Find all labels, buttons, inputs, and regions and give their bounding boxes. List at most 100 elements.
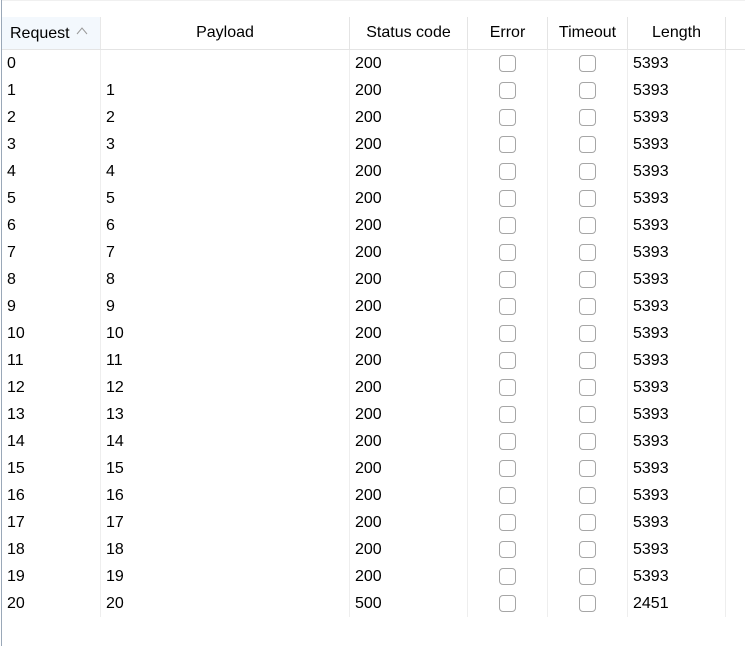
error-checkbox[interactable] <box>499 541 516 558</box>
timeout-checkbox[interactable] <box>579 298 596 315</box>
table-row[interactable]: 20 20 500 2451 <box>2 590 745 617</box>
error-checkbox[interactable] <box>499 406 516 423</box>
status-code-cell: 500 <box>350 590 468 617</box>
error-checkbox[interactable] <box>499 487 516 504</box>
table-row[interactable]: 11 11 200 5393 <box>2 347 745 374</box>
payload-cell: 19 <box>101 563 350 590</box>
error-checkbox[interactable] <box>499 163 516 180</box>
timeout-checkbox[interactable] <box>579 109 596 126</box>
table-row[interactable]: 8 8 200 5393 <box>2 266 745 293</box>
timeout-checkbox[interactable] <box>579 514 596 531</box>
payload-cell: 8 <box>101 266 350 293</box>
table-row[interactable]: 2 2 200 5393 <box>2 104 745 131</box>
column-header-payload[interactable]: Payload <box>101 17 350 49</box>
error-checkbox[interactable] <box>499 136 516 153</box>
table-row[interactable]: 19 19 200 5393 <box>2 563 745 590</box>
length-cell: 5393 <box>628 509 726 536</box>
error-cell <box>468 266 548 293</box>
error-checkbox[interactable] <box>499 82 516 99</box>
table-row[interactable]: 14 14 200 5393 <box>2 428 745 455</box>
error-cell <box>468 347 548 374</box>
timeout-checkbox[interactable] <box>579 352 596 369</box>
request-cell: 14 <box>2 428 101 455</box>
table-row[interactable]: 12 12 200 5393 <box>2 374 745 401</box>
error-cell <box>468 239 548 266</box>
table-row[interactable]: 9 9 200 5393 <box>2 293 745 320</box>
timeout-checkbox[interactable] <box>579 271 596 288</box>
column-header-timeout[interactable]: Timeout <box>548 17 628 49</box>
status-code-cell: 200 <box>350 266 468 293</box>
column-header-status-code[interactable]: Status code <box>350 17 468 49</box>
table-row[interactable]: 0 200 5393 <box>2 50 745 77</box>
error-cell <box>468 455 548 482</box>
timeout-checkbox[interactable] <box>579 487 596 504</box>
timeout-checkbox[interactable] <box>579 244 596 261</box>
error-checkbox[interactable] <box>499 352 516 369</box>
payload-cell: 3 <box>101 131 350 158</box>
table-row[interactable]: 1 1 200 5393 <box>2 77 745 104</box>
table-row[interactable]: 18 18 200 5393 <box>2 536 745 563</box>
error-checkbox[interactable] <box>499 379 516 396</box>
timeout-checkbox[interactable] <box>579 217 596 234</box>
error-checkbox[interactable] <box>499 190 516 207</box>
error-checkbox[interactable] <box>499 217 516 234</box>
table-row[interactable]: 4 4 200 5393 <box>2 158 745 185</box>
error-checkbox[interactable] <box>499 325 516 342</box>
request-cell: 15 <box>2 455 101 482</box>
status-code-cell: 200 <box>350 509 468 536</box>
table-row[interactable]: 16 16 200 5393 <box>2 482 745 509</box>
length-cell: 5393 <box>628 320 726 347</box>
table-row[interactable]: 10 10 200 5393 <box>2 320 745 347</box>
payload-cell: 20 <box>101 590 350 617</box>
timeout-checkbox[interactable] <box>579 190 596 207</box>
timeout-checkbox[interactable] <box>579 406 596 423</box>
request-cell: 13 <box>2 401 101 428</box>
timeout-checkbox[interactable] <box>579 136 596 153</box>
error-checkbox[interactable] <box>499 568 516 585</box>
column-header-error[interactable]: Error <box>468 17 548 49</box>
timeout-checkbox[interactable] <box>579 379 596 396</box>
row-filler <box>726 590 745 617</box>
column-header-label: Error <box>489 24 526 41</box>
timeout-checkbox[interactable] <box>579 163 596 180</box>
table-row[interactable]: 17 17 200 5393 <box>2 509 745 536</box>
column-header-label: Length <box>652 24 701 41</box>
table-row[interactable]: 3 3 200 5393 <box>2 131 745 158</box>
error-checkbox[interactable] <box>499 460 516 477</box>
request-cell: 5 <box>2 185 101 212</box>
error-checkbox[interactable] <box>499 514 516 531</box>
timeout-checkbox[interactable] <box>579 433 596 450</box>
column-header-length[interactable]: Length <box>628 17 726 49</box>
timeout-checkbox[interactable] <box>579 568 596 585</box>
error-checkbox[interactable] <box>499 271 516 288</box>
error-checkbox[interactable] <box>499 55 516 72</box>
table-body: 0 200 5393 1 1 200 5393 2 2 200 5393 3 3 200 5393 4 4 200… <box>2 50 745 617</box>
table-row[interactable]: 5 5 200 5393 <box>2 185 745 212</box>
table-row[interactable]: 13 13 200 5393 <box>2 401 745 428</box>
row-filler <box>726 374 745 401</box>
error-checkbox[interactable] <box>499 109 516 126</box>
timeout-cell <box>548 455 628 482</box>
timeout-checkbox[interactable] <box>579 541 596 558</box>
error-checkbox[interactable] <box>499 298 516 315</box>
status-code-cell: 200 <box>350 536 468 563</box>
timeout-checkbox[interactable] <box>579 460 596 477</box>
table-row[interactable]: 7 7 200 5393 <box>2 239 745 266</box>
table-row[interactable]: 6 6 200 5393 <box>2 212 745 239</box>
timeout-cell <box>548 50 628 77</box>
error-checkbox[interactable] <box>499 244 516 261</box>
status-code-cell: 200 <box>350 212 468 239</box>
error-checkbox[interactable] <box>499 433 516 450</box>
error-cell <box>468 401 548 428</box>
timeout-checkbox[interactable] <box>579 82 596 99</box>
error-cell <box>468 590 548 617</box>
timeout-checkbox[interactable] <box>579 55 596 72</box>
status-code-cell: 200 <box>350 347 468 374</box>
table-row[interactable]: 15 15 200 5393 <box>2 455 745 482</box>
status-code-cell: 200 <box>350 401 468 428</box>
timeout-checkbox[interactable] <box>579 595 596 612</box>
column-header-request[interactable]: Request <box>2 17 101 49</box>
timeout-checkbox[interactable] <box>579 325 596 342</box>
error-checkbox[interactable] <box>499 595 516 612</box>
payload-cell: 7 <box>101 239 350 266</box>
